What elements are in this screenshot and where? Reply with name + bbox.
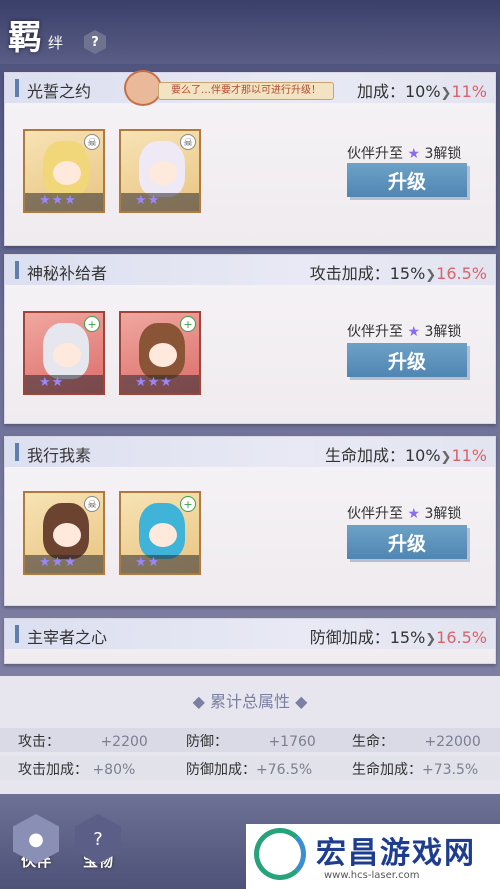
total-stats-title: ◆ 累计总属性 ◆ [192,692,308,711]
partner-portrait[interactable]: + ★★ [119,491,201,575]
arrow-right-icon: ❯ [440,450,452,465]
star-rating: ★★ [121,555,199,573]
watermark-url: www.hcs-laser.com [324,870,420,881]
bond-name: 我行我素 [27,446,92,465]
stat-attack: 攻击： +2200 [18,734,148,750]
bonus-current: 15% [389,628,426,647]
partner-portrait[interactable]: + ★★★ [119,311,201,395]
bond-bonus: 防御加成：15%❯16.5% [310,624,487,648]
unlock-suffix: 3解锁 [424,324,462,340]
unlock-prefix: 伙伴升至 [347,146,403,162]
star-icon: ★ [407,506,421,522]
stat-hp: 生命： +22000 [352,734,481,750]
bond-card-2: 神秘补给者 攻击加成：15%❯16.5% + ★★ + ★★★ 伙伴升至 ★ 3… [4,254,496,424]
bond-name: 光誓之约 [27,82,92,101]
site-logo-icon [254,828,306,880]
unlock-requirement: 伙伴升至 ★ 3解锁 [347,143,461,163]
unlock-prefix: 伙伴升至 [347,324,403,340]
partner-portrait[interactable]: + ★★ [23,311,105,395]
bond-name: 主宰者之心 [27,628,108,647]
bond-card-4: 主宰者之心 防御加成：15%❯16.5% [4,618,496,664]
star-rating: ★★ [25,375,103,393]
character-face [149,161,177,185]
unlock-prefix: 伙伴升至 [347,506,403,522]
treasure-icon: ? [75,814,121,864]
bonus-next: 16.5% [436,264,487,283]
partner-portrait[interactable]: ☠ ★★★ [23,129,105,213]
bonus-current: 10% [404,446,441,465]
partner-icon: ● [13,814,59,864]
unlock-requirement: 伙伴升至 ★ 3解锁 [347,321,461,341]
diamond-icon: ◆ [295,692,308,711]
nav-treasure[interactable]: ? 宝物 [72,814,124,874]
stat-hp-bonus: 生命加成：+73.5% [352,762,479,778]
plus-icon: + [180,496,196,512]
bond-bonus: 攻击加成：15%❯16.5% [310,260,487,284]
unlock-requirement: 伙伴升至 ★ 3解锁 [347,503,461,523]
star-rating: ★★★ [25,555,103,573]
help-icon[interactable]: ? [84,30,106,54]
arrow-right-icon: ❯ [440,86,452,101]
header-bar: 羁 绊 ? [0,0,500,64]
stat-defense-bonus: 防御加成：+76.5% [186,762,313,778]
skull-icon: ☠ [84,134,100,150]
total-stats-panel: ◆ 累计总属性 ◆ 攻击： +2200 防御： +1760 生命： +22000… [0,676,500,794]
plus-icon: + [84,316,100,332]
bonus-current: 15% [389,264,426,283]
upgrade-button[interactable]: 升级 [347,343,467,377]
nav-partner[interactable]: ● 伙伴 [10,814,62,874]
star-rating: ★★★ [121,375,199,393]
skull-icon: ☠ [180,134,196,150]
character-face [149,523,177,547]
bonus-label: 防御加成： [309,628,390,647]
bond-bonus: 加成：10%❯11% [357,78,487,102]
arrow-right-icon: ❯ [425,632,437,647]
character-face [149,343,177,367]
plus-icon: + [180,316,196,332]
upgrade-button[interactable]: 升级 [347,525,467,559]
stat-row: 攻击加成： +80% 防御加成：+76.5% 生命加成：+73.5% [0,756,500,780]
character-face [53,161,81,185]
partner-portrait[interactable]: ☠ ★★★ [23,491,105,575]
skull-icon: ☠ [84,496,100,512]
page-title: 羁 [8,18,42,58]
bond-card-header: 主宰者之心 防御加成：15%❯16.5% [5,619,495,649]
watermark-title: 宏昌游戏网 [316,836,476,871]
bond-name: 神秘补给者 [27,264,108,283]
diamond-icon: ◆ [192,692,205,711]
character-face [53,343,81,367]
star-icon: ★ [407,146,421,162]
bond-bonus: 生命加成：10%❯11% [325,442,487,466]
bonus-next: 11% [451,82,487,101]
bonus-label: 攻击加成： [309,264,390,283]
bonus-label: 生命加成： [324,446,405,465]
stat-defense: 防御： +1760 [186,734,316,750]
unlock-suffix: 3解锁 [424,146,462,162]
bond-card-header: 我行我素 生命加成：10%❯11% [5,437,495,467]
npc-avatar [124,70,162,106]
site-watermark: 宏昌游戏网 www.hcs-laser.com [246,824,500,889]
unlock-suffix: 3解锁 [424,506,462,522]
partner-portrait[interactable]: ☠ ★★ [119,129,201,213]
bonus-current: 加成：10% [356,82,441,101]
star-rating: ★★★ [25,193,103,211]
hint-toast: 要么了…伴要才那以可进行升级！ [158,82,334,100]
arrow-right-icon: ❯ [425,268,437,283]
page-subtitle: 绊 [48,34,64,52]
stat-attack-bonus: 攻击加成： +80% [18,762,136,778]
bonus-next: 11% [451,446,487,465]
star-rating: ★★ [121,193,199,211]
bonus-next: 16.5% [436,628,487,647]
bond-card-3: 我行我素 生命加成：10%❯11% ☠ ★★★ + ★★ 伙伴升至 ★ 3解锁 … [4,436,496,606]
character-face [53,523,81,547]
star-icon: ★ [407,324,421,340]
bond-card-header: 神秘补给者 攻击加成：15%❯16.5% [5,255,495,285]
stat-row: 攻击： +2200 防御： +1760 生命： +22000 [0,728,500,752]
upgrade-button[interactable]: 升级 [347,163,467,197]
